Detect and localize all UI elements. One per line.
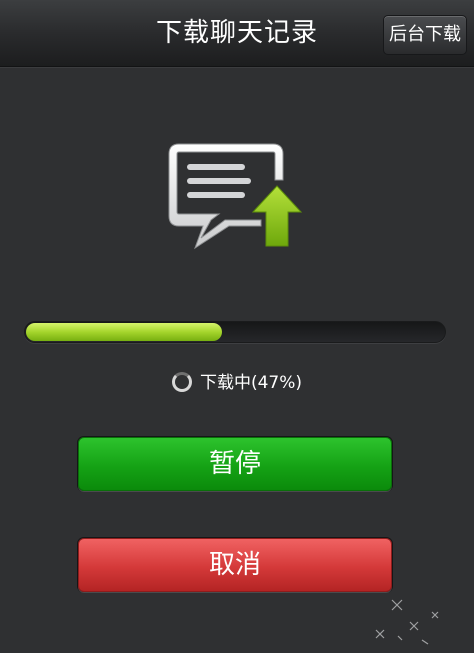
pause-button[interactable]: 暂停 [78, 437, 392, 491]
download-chat-history-screen: 下载聊天记录 后台下载 下载中(47%) 暂停 取消 [0, 0, 474, 653]
loading-spinner-icon [171, 372, 192, 392]
download-status: 下载中(47%) [0, 368, 474, 398]
cancel-button[interactable]: 取消 [78, 538, 392, 592]
chat-upload-icon [168, 143, 303, 250]
download-progress-fill [26, 323, 222, 341]
sparkle-decoration [375, 599, 439, 645]
title-bar: 下载聊天记录 后台下载 [0, 0, 474, 67]
background-download-button[interactable]: 后台下载 [383, 15, 467, 55]
download-progress-bar [24, 321, 446, 343]
download-status-text: 下载中(47%) [199, 373, 303, 393]
